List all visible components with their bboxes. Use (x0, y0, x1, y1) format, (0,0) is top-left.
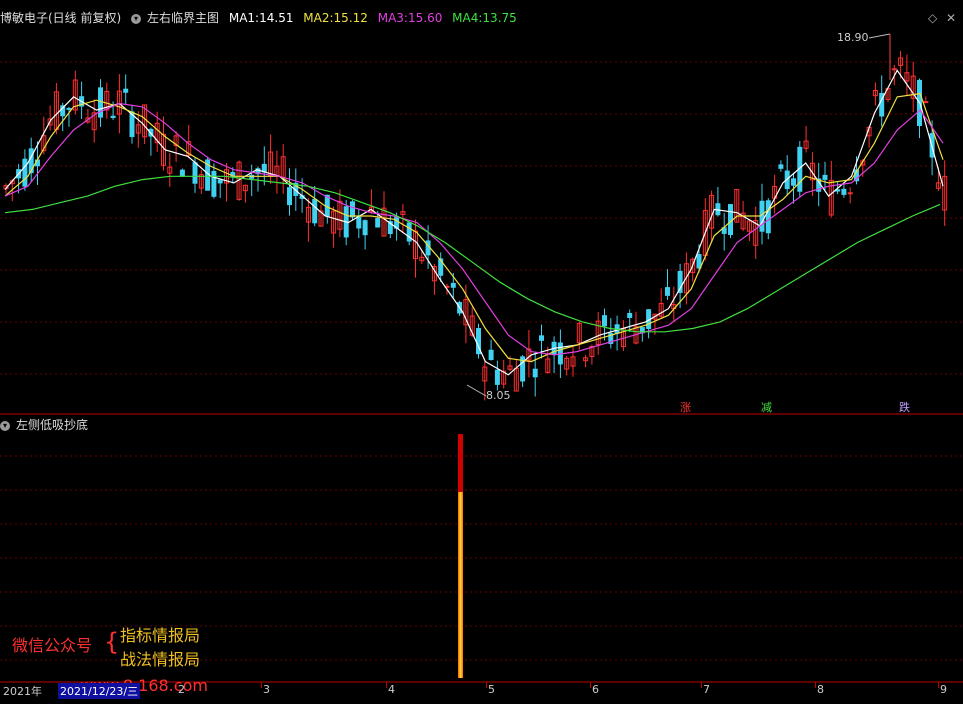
candle-body (356, 216, 362, 229)
indicator-name[interactable]: 左右临界主图 (147, 11, 219, 25)
x-tick-label: 3 (263, 683, 270, 696)
watermark-wechat: 微信公众号 (12, 636, 93, 655)
x-tick-mark (590, 682, 591, 688)
candlestick-series (3, 50, 948, 401)
candle-body (696, 254, 702, 269)
high-arrow (868, 33, 891, 39)
candle-body (312, 198, 318, 224)
x-tick-mark (938, 682, 939, 688)
candle-body (192, 162, 198, 184)
candle-body (211, 170, 217, 197)
candle-body (110, 115, 116, 119)
signal-zhang: 涨 (680, 401, 691, 414)
signal-die: 跌 (899, 401, 910, 414)
signal-jian: 减 (761, 401, 772, 414)
ma2-value: 15.12 (333, 11, 368, 25)
ma1-label: MA1: (228, 11, 260, 25)
high-price-label: 18.90 (837, 31, 869, 44)
signal-bar-core (459, 492, 462, 678)
ma4-value: 13.75 (482, 11, 517, 25)
candle-body (375, 218, 381, 228)
sub-indicator-name[interactable]: 左侧低吸抄底 (16, 418, 88, 432)
low-price-label: 8.05 (486, 389, 511, 402)
candle-body (22, 158, 28, 187)
x-tick-label: 4 (388, 683, 395, 696)
diamond-icon[interactable]: ◇ (928, 11, 937, 25)
candle-body (841, 188, 847, 195)
watermark-brace: { (104, 628, 120, 656)
x-tick-label: 7 (703, 683, 710, 696)
candle-body (891, 68, 897, 71)
candle-body (778, 164, 784, 169)
grid-lines (0, 61, 963, 661)
stock-title[interactable]: 博敏电子(日线 前复权) (0, 11, 121, 25)
chart-canvas[interactable] (0, 0, 963, 700)
candle-body (539, 335, 544, 341)
close-icon[interactable]: ✕ (946, 11, 956, 25)
x-tick-mark (701, 682, 702, 688)
x-tick-mark (386, 682, 387, 688)
candle-body (822, 174, 828, 180)
main-chart-header: 博敏电子(日线 前复权) ▾ 左右临界主图 MA1:14.51 MA2:15.12… (0, 9, 523, 27)
candle-body (532, 368, 538, 378)
candle-body (350, 201, 355, 218)
kline-chart-window[interactable]: 博敏电子(日线 前复权) ▾ 左右临界主图 MA1:14.51 MA2:15.12… (0, 0, 963, 700)
candle-body (287, 187, 292, 206)
x-tick-mark (176, 682, 177, 688)
candle-body (627, 312, 633, 319)
dropdown-icon[interactable]: ▾ (131, 13, 142, 24)
year-label: 2021年 (3, 685, 42, 698)
cursor-date: 2021/12/23/三 (58, 683, 141, 699)
candle-body (791, 178, 796, 186)
ma3-value: 15.60 (407, 11, 443, 25)
candle-body (494, 369, 500, 385)
ma3-label: MA3: (377, 11, 408, 25)
candle-body (765, 200, 771, 234)
sub-indicator-bars (458, 434, 463, 678)
watermark-line1: 指标情报局 (120, 626, 201, 645)
low-arrow (466, 384, 487, 397)
ma2-label: MA2: (303, 11, 334, 25)
candle-body (217, 179, 223, 184)
x-tick-label: 2 (178, 683, 185, 696)
ma1-value: 14.51 (259, 11, 294, 25)
dropdown-icon[interactable]: ▾ (0, 420, 10, 431)
candle-body (488, 349, 494, 361)
x-tick-label: 9 (940, 683, 947, 696)
candle-body (665, 287, 670, 296)
candle-body (923, 101, 929, 104)
candle-body (123, 88, 129, 93)
candle-body (728, 204, 733, 236)
watermark-line2: 战法情报局 (120, 650, 201, 669)
candle-body (324, 194, 330, 217)
candle-body (261, 163, 267, 173)
candle-body (362, 220, 368, 236)
candle-body (66, 107, 72, 110)
signal-bar-top (458, 434, 463, 492)
x-tick-label: 5 (488, 683, 495, 696)
candle-body (179, 169, 185, 177)
x-tick-label: 6 (592, 683, 599, 696)
x-tick-mark (815, 682, 816, 688)
x-tick-mark (486, 682, 487, 688)
candle-body (450, 282, 456, 288)
x-tick-mark (261, 682, 262, 688)
sub-chart-header: ▾ 左侧低吸抄底 (0, 416, 94, 434)
candle-body (847, 192, 853, 195)
x-tick-label: 8 (817, 683, 824, 696)
ma4-label: MA4: (452, 11, 483, 25)
candle-body (602, 315, 607, 327)
